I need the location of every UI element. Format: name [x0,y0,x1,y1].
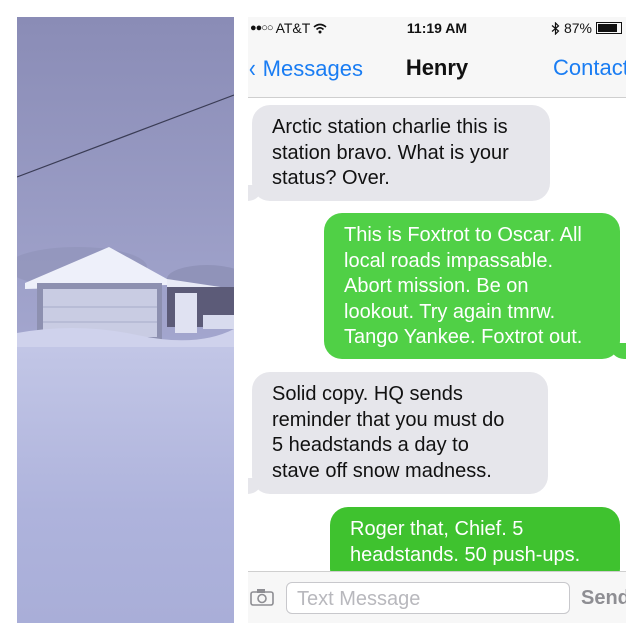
nav-bar: ‹ Messages Henry Contact [248,39,626,98]
message-line: Solid copy. HQ sends [272,383,463,405]
phone-screen: ●●○○ AT&T 11:19 AM 87% ‹ Messages Henry … [248,17,626,623]
message-line: local roads impassable. [344,249,553,272]
message-line: lookout. Try again tmrw. [344,300,556,323]
message-input-bar: Text Message Send [248,571,626,623]
message-line: station bravo. What is your [272,141,509,164]
message-bubble-incoming[interactable]: Arctic station charlie this is station b… [248,105,550,201]
photo-scene [17,94,234,347]
text-message-input[interactable]: Text Message [286,582,570,614]
snow-photo [17,17,234,623]
send-button[interactable]: Send [581,587,626,610]
input-placeholder: Text Message [297,588,421,610]
status-bar: ●●○○ AT&T 11:19 AM 87% [248,17,626,39]
message-line: 5 headstands a day to [272,434,469,456]
contact-button[interactable]: Contact [553,55,626,81]
message-line: reminder that you must do [272,408,505,431]
message-line: status? Over. [272,167,390,189]
message-line: Abort mission. Be on [344,275,529,297]
message-line: Arctic station charlie this is [272,116,508,138]
bluetooth-icon [551,21,560,35]
message-bubble-incoming[interactable]: Solid copy. HQ sends reminder that you m… [248,372,548,494]
battery-percent: 87% [563,20,592,36]
message-line: Roger that, Chief. 5 [350,518,524,540]
message-line: stave off snow madness. [272,459,492,482]
message-line: Tango Yankee. Foxtrot out. [344,326,583,348]
camera-icon[interactable] [250,588,274,606]
message-line: This is Foxtrot to Oscar. All [344,224,582,246]
message-bubble-outgoing[interactable]: This is Foxtrot to Oscar. All local road… [324,213,626,359]
message-line: headstands. 50 push-ups. [350,543,581,566]
battery-icon [596,22,622,34]
